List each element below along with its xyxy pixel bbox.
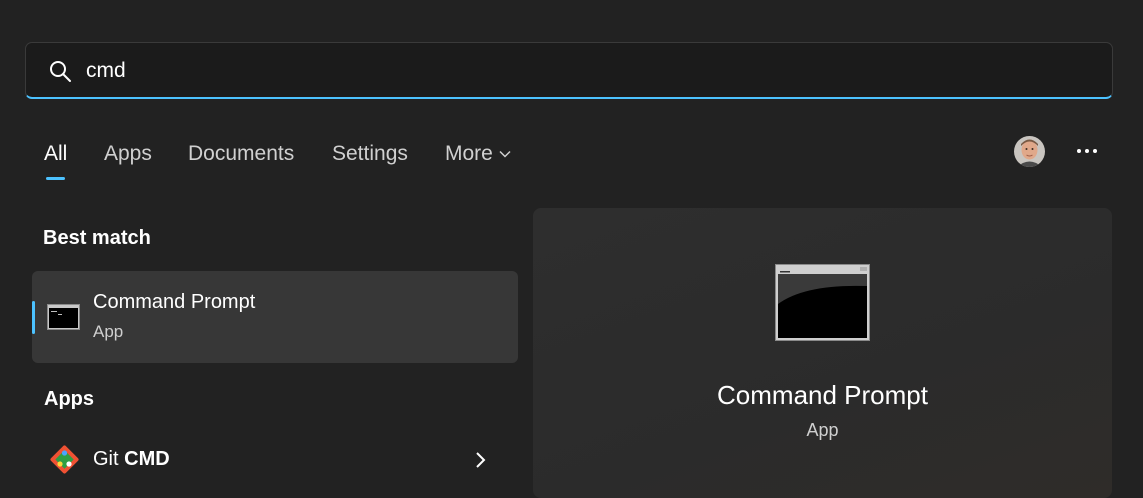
tab-settings[interactable]: Settings: [332, 142, 408, 166]
tab-apps[interactable]: Apps: [104, 142, 152, 166]
best-match-heading: Best match: [43, 227, 151, 249]
git-cmd-label: Git CMD: [93, 448, 170, 471]
tab-all[interactable]: All: [44, 142, 67, 166]
command-prompt-icon: [47, 304, 80, 330]
tab-documents[interactable]: Documents: [188, 142, 294, 166]
chevron-down-icon: [499, 151, 511, 159]
chevron-right-icon[interactable]: [475, 451, 487, 469]
apps-heading: Apps: [44, 388, 94, 410]
search-box[interactable]: [25, 42, 1113, 99]
selection-indicator: [32, 301, 35, 334]
git-cmd-label-match: CMD: [124, 448, 170, 470]
git-cmd-label-prefix: Git: [93, 448, 125, 470]
avatar-image: [1014, 136, 1045, 167]
more-horizontal-icon[interactable]: [1073, 141, 1101, 161]
best-match-subtitle: App: [93, 322, 124, 341]
best-match-title: Command Prompt: [93, 291, 256, 313]
preview-subtitle: App: [806, 420, 839, 440]
list-item-git-cmd[interactable]: Git CMD: [32, 432, 518, 483]
active-tab-indicator: [46, 177, 65, 180]
search-input[interactable]: [86, 53, 1086, 89]
user-avatar[interactable]: [1014, 136, 1045, 167]
preview-pane: Command Prompt App: [533, 208, 1112, 498]
tab-more[interactable]: More: [445, 142, 511, 166]
command-prompt-large-icon: [775, 264, 870, 341]
git-icon: [50, 445, 79, 474]
tab-more-label: More: [445, 142, 493, 165]
preview-title: Command Prompt: [717, 380, 928, 410]
best-match-item[interactable]: Command Prompt App: [32, 271, 518, 363]
search-icon: [50, 61, 71, 82]
